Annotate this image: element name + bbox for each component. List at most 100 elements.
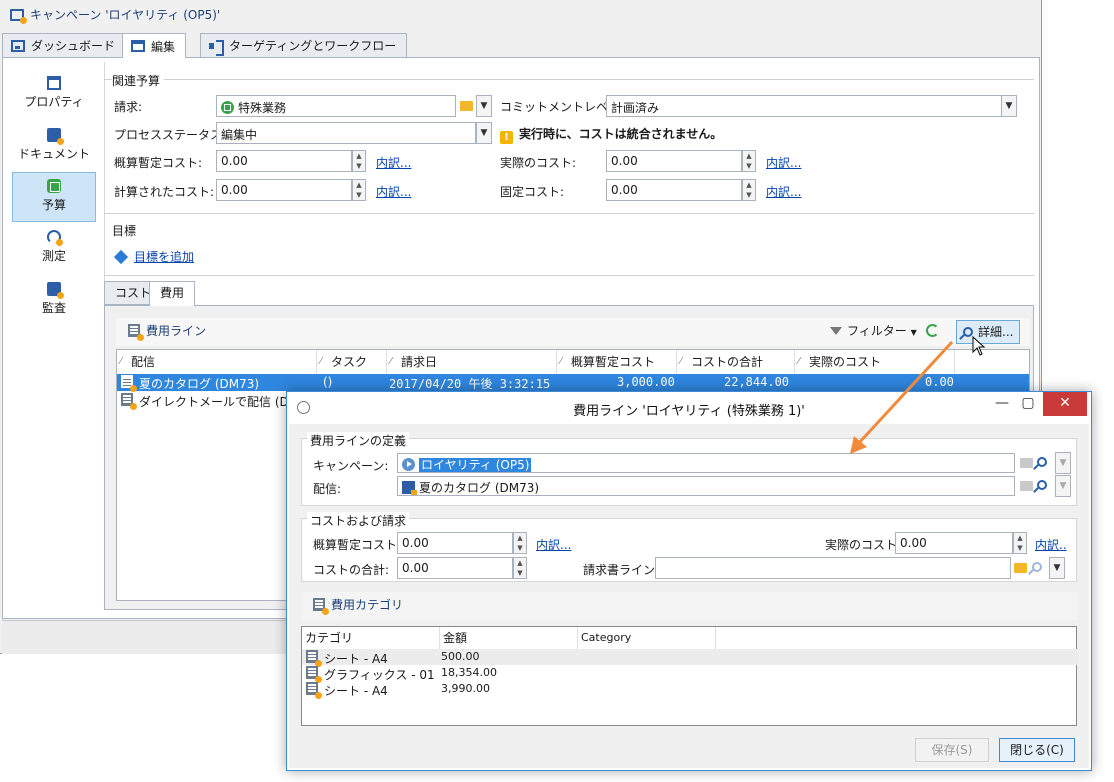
- campaign-icon: [10, 8, 27, 24]
- actual-cost-value: 0.00: [611, 154, 638, 168]
- close-window-button[interactable]: ✕: [1043, 392, 1087, 416]
- dlg-actual-input[interactable]: 0.00: [895, 532, 1013, 554]
- expense-line-icon: [121, 375, 137, 392]
- row-estimated: 3,000.00: [617, 375, 675, 389]
- invoice-line-dropdown-button[interactable]: ▼: [1049, 557, 1065, 579]
- campaign-label: キャンペーン:: [313, 459, 389, 473]
- calculated-cost-input[interactable]: 0.00: [216, 179, 352, 201]
- invoice-line-label: 請求書ライン:: [583, 563, 660, 577]
- nav-item-measure[interactable]: 測定: [12, 224, 96, 272]
- dlg-total-input[interactable]: 0.00: [397, 557, 513, 579]
- column-header[interactable]: 金額: [440, 627, 578, 649]
- estimated-cost-input[interactable]: 0.00: [216, 150, 352, 172]
- commitment-dropdown-button[interactable]: ▼: [1001, 95, 1017, 117]
- dialog-title: 費用ライン 'ロイヤリティ (特殊業務 1)': [573, 404, 805, 419]
- table-row[interactable]: 夏のカタログ (DM73) () 2017/04/20 午後 3:32:15 3…: [117, 374, 1029, 392]
- campaign-dropdown-button[interactable]: ▼: [1055, 452, 1071, 474]
- campaign-value: ロイヤリティ (OP5): [419, 458, 532, 472]
- process-status-dropdown-button[interactable]: ▼: [476, 122, 492, 144]
- invoice-folder-button[interactable]: [457, 95, 475, 117]
- detail-button[interactable]: 詳細...: [956, 320, 1021, 344]
- add-objective[interactable]: 目標を追加: [113, 248, 194, 265]
- audit-icon: [47, 282, 64, 299]
- expenses-toolbar: 費用ライン フィルター ▼ 詳細...: [116, 318, 1030, 346]
- actual-cost-spinner[interactable]: ▲ ▼: [742, 150, 756, 172]
- campaign-search-button[interactable]: [1035, 452, 1053, 474]
- measure-icon: [47, 230, 63, 246]
- expense-line-icon: [121, 393, 137, 410]
- categories-label: 費用カテゴリ: [331, 598, 404, 612]
- categories-title: 費用カテゴリ: [307, 594, 409, 618]
- dlg-estimated-spinner[interactable]: ▲ ▼: [513, 532, 527, 554]
- estimated-cost-spinner[interactable]: ▲ ▼: [352, 150, 366, 172]
- filter-button[interactable]: フィルター ▼: [824, 320, 923, 344]
- campaign-field[interactable]: ロイヤリティ (OP5): [397, 453, 1015, 473]
- list-item[interactable]: シート - A4 3,990.00: [302, 681, 1078, 699]
- subtab-expenses[interactable]: 費用: [149, 281, 196, 306]
- filter-icon: [830, 327, 842, 335]
- list-item[interactable]: グラフィックス - 01 18,354.00: [302, 665, 1078, 683]
- invoice-line-folder-button[interactable]: [1011, 557, 1029, 579]
- search-icon: [1036, 457, 1047, 467]
- save-button[interactable]: 保存(S): [915, 738, 989, 762]
- fixed-cost-spinner[interactable]: ▲ ▼: [742, 179, 756, 201]
- process-status-value: 編集中: [221, 128, 258, 142]
- invoice-dropdown-button[interactable]: ▼: [476, 95, 492, 117]
- expense-lines-label: 費用ライン: [146, 324, 207, 338]
- close-button[interactable]: 閉じる(C): [999, 738, 1075, 762]
- column-header[interactable]: タスク: [317, 350, 387, 374]
- column-header[interactable]: 実際のコスト: [795, 350, 955, 374]
- invoice-line-input[interactable]: [655, 557, 1011, 579]
- tab-dashboard[interactable]: ダッシュボード: [2, 33, 127, 57]
- delivery-search-button[interactable]: [1035, 475, 1053, 497]
- list-item[interactable]: シート - A4 500.00: [302, 649, 1078, 667]
- delivery-field[interactable]: 夏のカタログ (DM73): [397, 476, 1015, 496]
- invoice-field[interactable]: 特殊業務: [216, 95, 456, 117]
- commitment-select[interactable]: 計画済み: [606, 95, 1002, 117]
- tab-edit[interactable]: 編集: [122, 33, 187, 58]
- fixed-cost-input[interactable]: 0.00: [606, 179, 742, 201]
- maximize-button[interactable]: ▢: [1013, 392, 1043, 416]
- nav-item-documents[interactable]: ドキュメント: [12, 122, 96, 170]
- column-header[interactable]: コストの合計: [677, 350, 795, 374]
- nav-item-budget[interactable]: 予算: [12, 172, 96, 222]
- estimated-cost-label: 概算暫定コスト:: [114, 156, 203, 170]
- calculated-breakdown-link[interactable]: 内訳...: [376, 183, 411, 200]
- dlg-total-value: 0.00: [402, 561, 429, 575]
- delivery-dropdown-button[interactable]: ▼: [1055, 475, 1071, 497]
- column-header[interactable]: Category: [578, 627, 716, 649]
- refresh-button[interactable]: [920, 320, 945, 344]
- folder-icon: [1013, 563, 1027, 573]
- column-header[interactable]: 請求日: [387, 350, 557, 374]
- nav-item-properties[interactable]: プロパティ: [12, 70, 96, 118]
- chevron-down-icon: ▼: [910, 328, 917, 337]
- column-header[interactable]: 配信: [117, 350, 317, 374]
- campaign-folder-button[interactable]: [1017, 452, 1035, 474]
- cost-group-title: コストおよび請求: [307, 512, 410, 529]
- estimated-breakdown-link[interactable]: 内訳...: [376, 154, 411, 171]
- row-date: 2017/04/20 午後 3:32:15: [389, 377, 551, 391]
- process-status-select[interactable]: 編集中: [216, 122, 476, 144]
- invoice-line-search-button[interactable]: [1030, 557, 1048, 579]
- actual-breakdown-link[interactable]: 内訳...: [766, 154, 801, 171]
- actual-cost-input[interactable]: 0.00: [606, 150, 742, 172]
- add-objective-link[interactable]: 目標を追加: [134, 250, 194, 264]
- delivery-folder-button[interactable]: [1017, 475, 1035, 497]
- subtab-cost-label: コスト: [115, 286, 152, 300]
- calculated-cost-spinner[interactable]: ▲ ▼: [352, 179, 366, 201]
- nav-item-audit[interactable]: 監査: [12, 276, 96, 324]
- dlg-actual-breakdown-link[interactable]: 内訳..: [1035, 536, 1067, 553]
- tab-targeting-workflow[interactable]: ターゲティングとワークフロー: [200, 33, 408, 57]
- dlg-actual-spinner[interactable]: ▲ ▼: [1013, 532, 1027, 554]
- budget-icon: [221, 101, 234, 114]
- dialog-titlebar: 費用ライン 'ロイヤリティ (特殊業務 1)' — ▢ ✕: [287, 392, 1091, 424]
- column-header[interactable]: 概算暫定コスト: [557, 350, 677, 374]
- actual-cost-label: 実際のコスト:: [500, 156, 577, 170]
- commitment-value: 計画済み: [611, 101, 660, 115]
- column-header[interactable]: カテゴリ: [302, 627, 440, 649]
- dlg-total-spinner[interactable]: ▲ ▼: [513, 557, 527, 579]
- tab-targeting-label: ターゲティングとワークフロー: [229, 39, 397, 53]
- dlg-estimated-input[interactable]: 0.00: [397, 532, 513, 554]
- fixed-breakdown-link[interactable]: 内訳...: [766, 183, 801, 200]
- dlg-estimated-breakdown-link[interactable]: 内訳...: [536, 536, 571, 553]
